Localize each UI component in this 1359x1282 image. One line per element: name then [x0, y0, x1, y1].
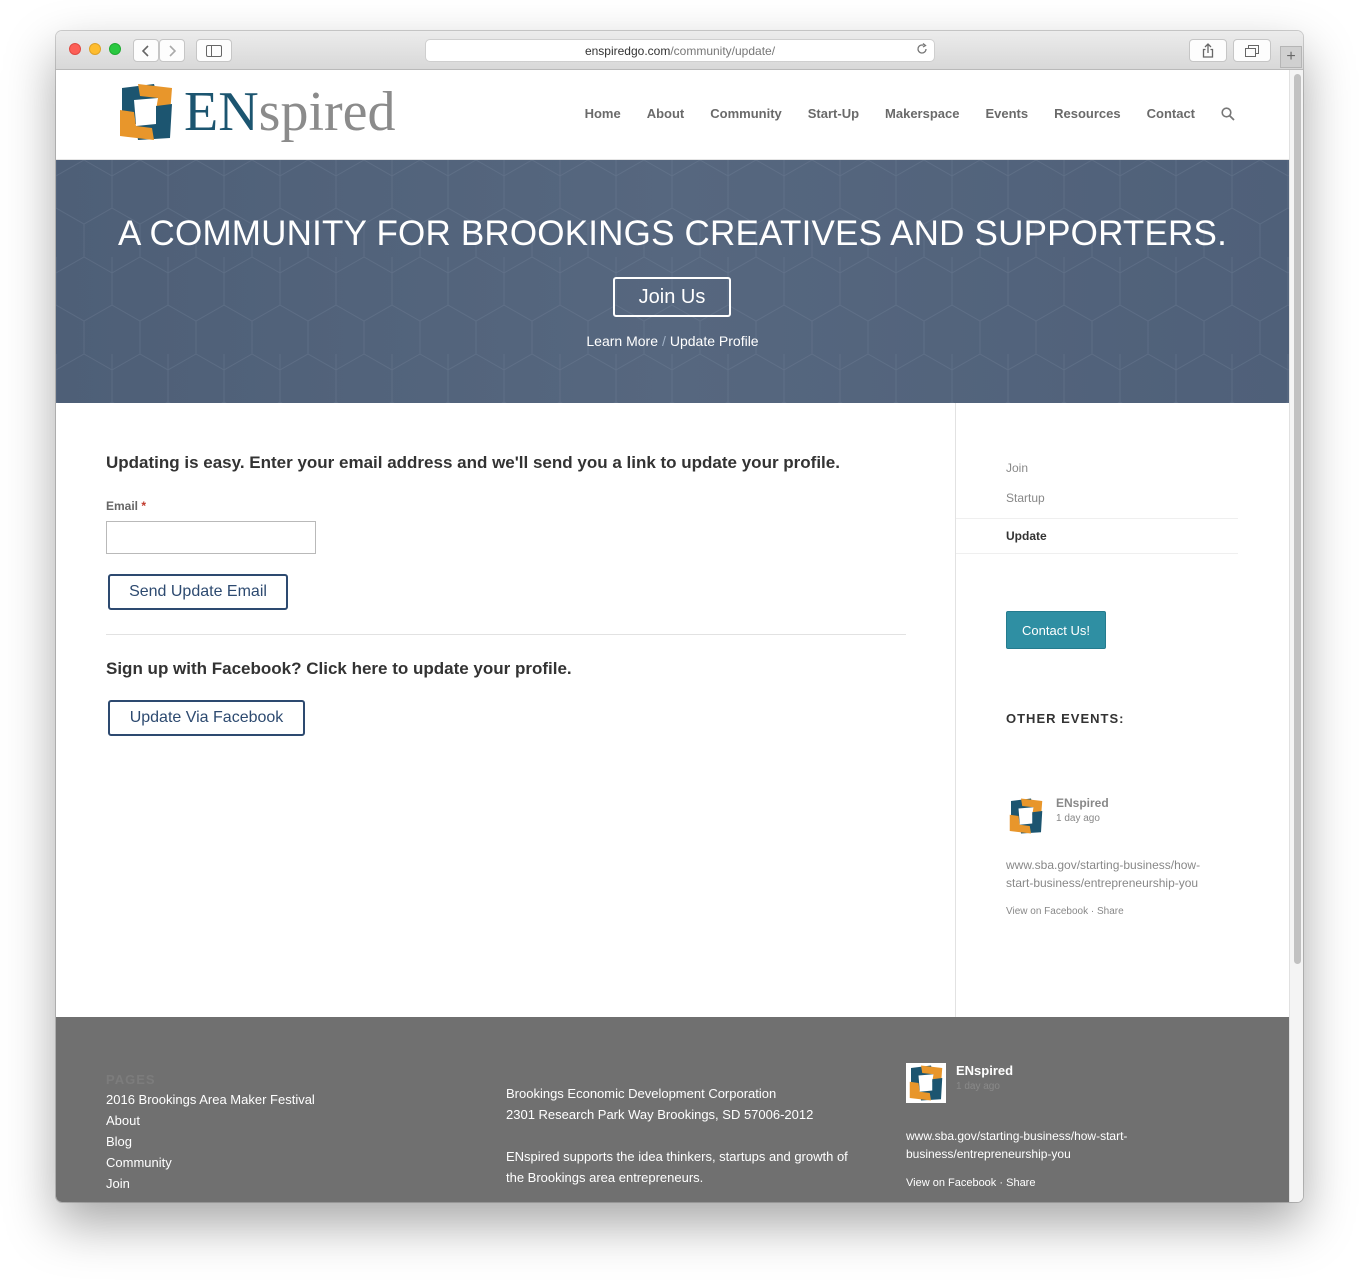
intro-heading: Updating is easy. Enter your email addre…: [106, 453, 840, 472]
footer-post-author[interactable]: ENspired: [956, 1063, 1013, 1078]
nav-item-contact[interactable]: Contact: [1147, 106, 1195, 121]
browser-toolbar: enspiredgo.com/community/update/ +: [56, 31, 1303, 70]
logo-wordmark-spired: spired: [258, 81, 396, 143]
footer-post-actions: View on Facebook · Share: [906, 1177, 1166, 1189]
back-button[interactable]: [133, 39, 159, 62]
footer-organization: Brookings Economic Development Corporati…: [506, 1083, 866, 1188]
footer-post-link[interactable]: www.sba.gov/starting-business/how-start-…: [906, 1127, 1166, 1163]
email-label: Email *: [106, 499, 906, 513]
facebook-post-actions: View on Facebook · Share: [1006, 906, 1226, 917]
zoom-window-button[interactable]: [109, 43, 121, 55]
sidebar-nav: Join Startup Update: [956, 458, 1238, 554]
sidebar-item-update[interactable]: Update: [956, 518, 1238, 554]
hero-banner: A COMMUNITY FOR BROOKINGS CREATIVES AND …: [56, 160, 1289, 403]
email-label-text: Email: [106, 499, 139, 513]
browser-window: enspiredgo.com/community/update/ + ENspi…: [56, 31, 1303, 1202]
update-profile-link[interactable]: Update Profile: [670, 333, 759, 349]
footer-link[interactable]: Community: [106, 1152, 315, 1173]
org-about: ENspired supports the idea thinkers, sta…: [506, 1149, 848, 1185]
footer-link[interactable]: 2016 Brookings Area Maker Festival: [106, 1089, 315, 1110]
enspired-knot-logo-icon: [120, 84, 172, 140]
search-icon[interactable]: [1221, 106, 1235, 121]
footer-post-time: 1 day ago: [956, 1081, 1000, 1092]
plus-icon[interactable]: +: [1280, 46, 1302, 68]
logo-wordmark: ENspired: [184, 84, 396, 140]
forward-button[interactable]: [159, 39, 185, 62]
web-page: ENspired Home About Community Start-Up M…: [56, 70, 1289, 1202]
scrollbar[interactable]: [1289, 70, 1303, 1202]
tabs-icon: [1245, 44, 1259, 57]
footer-post-header: ENspired 1 day ago: [906, 1063, 1166, 1103]
facebook-post-time: 1 day ago: [1056, 813, 1100, 824]
nav-item-events[interactable]: Events: [985, 106, 1028, 121]
hero-title: A COMMUNITY FOR BROOKINGS CREATIVES AND …: [118, 214, 1227, 253]
send-update-email-button[interactable]: Send Update Email: [108, 574, 288, 610]
facebook-post-header: ENspired 1 day ago: [1006, 796, 1226, 836]
share-button[interactable]: [1189, 39, 1227, 62]
required-mark: *: [141, 499, 147, 513]
content-divider: [106, 634, 906, 635]
site-footer: PAGES 2016 Brookings Area Maker Festival…: [56, 1017, 1289, 1202]
chevron-left-icon: [142, 44, 149, 57]
footer-link[interactable]: About: [106, 1110, 315, 1131]
other-events-heading: OTHER EVENTS:: [1006, 711, 1125, 726]
avatar[interactable]: [1006, 796, 1046, 836]
url-domain: enspiredgo.com: [584, 43, 671, 58]
facebook-post-meta: ENspired 1 day ago: [1056, 796, 1109, 824]
nav-item-community[interactable]: Community: [710, 106, 782, 121]
join-us-button[interactable]: Join Us: [613, 277, 731, 317]
email-field[interactable]: [106, 521, 316, 554]
site-header: ENspired Home About Community Start-Up M…: [56, 70, 1289, 160]
footer-pages-heading: PAGES: [106, 1072, 156, 1087]
address-bar[interactable]: enspiredgo.com/community/update/: [425, 39, 935, 62]
minimize-window-button[interactable]: [89, 43, 101, 55]
org-name: Brookings Economic Development Corporati…: [506, 1086, 777, 1101]
org-address: 2301 Research Park Way Brookings, SD 570…: [506, 1107, 814, 1122]
action-separator: ·: [999, 1177, 1004, 1189]
nav-item-home[interactable]: Home: [585, 106, 621, 121]
sidebar: Join Startup Update Contact Us! OTHER EV…: [956, 403, 1289, 1017]
site-logo[interactable]: ENspired: [114, 80, 396, 144]
facebook-heading: Sign up with Facebook? Click here to upd…: [106, 659, 572, 678]
learn-more-link[interactable]: Learn More: [586, 333, 658, 349]
view-on-facebook-link[interactable]: View on Facebook: [1006, 906, 1088, 917]
sidebar-item-join[interactable]: Join: [956, 458, 1238, 488]
share-link[interactable]: Share: [1006, 1177, 1035, 1189]
tab-overview-button[interactable]: [1233, 39, 1271, 62]
scrollbar-thumb[interactable]: [1294, 74, 1301, 964]
main-nav: Home About Community Start-Up Makerspace…: [559, 106, 1235, 121]
hero-link-separator: /: [661, 333, 666, 349]
action-separator: ·: [1090, 906, 1095, 917]
logo-wordmark-en: EN: [184, 81, 259, 143]
facebook-post: ENspired 1 day ago www.sba.gov/starting-…: [1006, 796, 1226, 917]
footer-post-meta: ENspired 1 day ago: [956, 1063, 1013, 1092]
share-icon: [1202, 43, 1214, 58]
nav-item-makerspace[interactable]: Makerspace: [885, 106, 959, 121]
sidebar-item-startup[interactable]: Startup: [956, 488, 1238, 518]
close-window-button[interactable]: [69, 43, 81, 55]
footer-link[interactable]: Blog: [106, 1131, 315, 1152]
nav-item-start-up[interactable]: Start-Up: [808, 106, 859, 121]
view-on-facebook-link[interactable]: View on Facebook: [906, 1177, 996, 1189]
sidebar-toggle-button[interactable]: [196, 39, 232, 62]
nav-item-resources[interactable]: Resources: [1054, 106, 1120, 121]
share-link[interactable]: Share: [1097, 906, 1124, 917]
sidebar-icon: [206, 44, 222, 57]
footer-facebook-post: ENspired 1 day ago www.sba.gov/starting-…: [906, 1063, 1166, 1189]
nav-item-about[interactable]: About: [647, 106, 685, 121]
chevron-right-icon: [169, 44, 176, 57]
contact-us-button[interactable]: Contact Us!: [1006, 611, 1106, 649]
facebook-post-link[interactable]: www.sba.gov/starting-business/how-start-…: [1006, 856, 1226, 892]
footer-pages: PAGES 2016 Brookings Area Maker Festival…: [106, 1072, 315, 1194]
reload-icon[interactable]: [916, 42, 928, 58]
footer-link[interactable]: Join: [106, 1173, 315, 1194]
update-via-facebook-button[interactable]: Update Via Facebook: [108, 700, 305, 736]
hero-links: Learn More / Update Profile: [56, 333, 1289, 349]
main-content: Updating is easy. Enter your email addre…: [106, 453, 906, 736]
avatar[interactable]: [906, 1063, 946, 1103]
facebook-post-author[interactable]: ENspired: [1056, 796, 1109, 810]
url-path: /community/update/: [670, 43, 776, 58]
